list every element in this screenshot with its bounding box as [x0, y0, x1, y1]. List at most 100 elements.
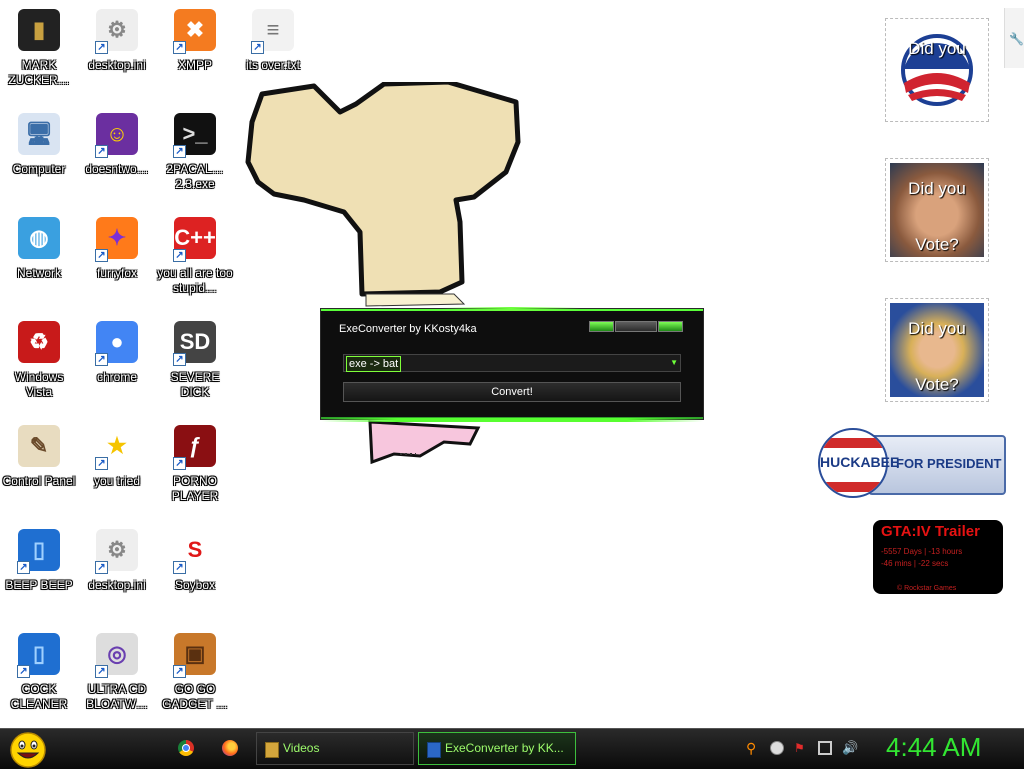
shortcut-arrow-icon: ↗ [95, 145, 108, 158]
desktop-icon-7[interactable]: >_ ↗ 2PACAL… 2.3.exe [156, 110, 234, 206]
console-icon: >_ ↗ [171, 110, 219, 158]
task-label: Videos [283, 741, 320, 755]
poster-answer: Vote? [915, 235, 959, 254]
desktop-icon-label: XMPP [177, 58, 212, 72]
status-icon[interactable] [770, 741, 784, 755]
desktop-icon-2[interactable]: ⚙ ↗ desktop.ini [78, 6, 156, 102]
maximize-button[interactable] [615, 321, 657, 332]
shortcut-arrow-icon: ↗ [95, 353, 108, 366]
quicklaunch-chrome-icon[interactable] [178, 740, 194, 756]
cd-icon: ◎ ↗ [93, 630, 141, 678]
desktop-icon-label: you tried [93, 474, 141, 488]
desktop-icon-19[interactable]: S ↗ Soybox [156, 526, 234, 622]
desktop-icon-22[interactable]: ▣ ↗ GO GO GADGET … [156, 630, 234, 726]
shortcut-arrow-icon: ↗ [17, 665, 30, 678]
xampp-icon: ✖ ↗ [171, 6, 219, 54]
chevron-down-icon[interactable]: ▼ [670, 357, 678, 369]
desktop-icon-5[interactable]: 🖥 Computer [0, 110, 78, 206]
clinton-poster: Did you Vote? [885, 298, 989, 402]
desktop-icon-label: desktop.ini [88, 578, 146, 592]
obama-poster: Did you [885, 18, 989, 122]
desktop-icon-10[interactable]: C++ ↗ you all are too stupid… [156, 214, 234, 310]
shortcut-arrow-icon: ↗ [173, 41, 186, 54]
yahoo-messenger-icon: ☺ ↗ [93, 110, 141, 158]
desktop-icon-3[interactable]: ✖ ↗ XMPP [156, 6, 234, 102]
desktop-icon-14[interactable]: ✎ Control Panel [0, 422, 78, 518]
gta-title: GTA:IV Trailer [881, 523, 980, 540]
desktop-icon-12[interactable]: ● ↗ chrome [78, 318, 156, 414]
desktop-icon-8[interactable]: ◍ Network [0, 214, 78, 310]
execonverter-window[interactable]: ExeConverter by KKosty4ka exe -> bat ▼ C… [320, 307, 704, 422]
shortcut-arrow-icon: ↗ [95, 561, 108, 574]
desktop-icon-label: GO GO GADGET … [162, 682, 228, 711]
desktop-icon-20[interactable]: ▯ ↗ COCK CLEANER [0, 630, 78, 726]
taskbar-clock[interactable]: 4:44 AM [886, 732, 981, 763]
shortcut-arrow-icon: ↗ [173, 249, 186, 262]
volume-icon[interactable]: 🔊 [842, 741, 858, 755]
wrench-icon[interactable]: 🔧 [1009, 32, 1024, 46]
convert-button[interactable]: Convert! [343, 382, 681, 402]
shortcut-arrow-icon: ↗ [251, 41, 264, 54]
desktop-icon-label: Windows Vista [14, 370, 64, 399]
desktop-icon-16[interactable]: ƒ ↗ PORNO PLAYER [156, 422, 234, 518]
smiley-start-icon [10, 732, 46, 768]
desktop-icon-label: desktop.ini [88, 58, 146, 72]
desktop-icon-9[interactable]: ✦ ↗ furryfox [78, 214, 156, 310]
desktop-icon-label: Network [16, 266, 61, 280]
huckabee-banner: HUCKABEE FOR PRESIDENT [818, 428, 1006, 498]
start-button[interactable] [8, 730, 48, 768]
sidebar-grip[interactable]: 🔧 [1004, 8, 1024, 68]
shortcut-arrow-icon: ↗ [173, 145, 186, 158]
shortcut-arrow-icon: ↗ [173, 353, 186, 366]
minimize-button[interactable] [589, 321, 614, 332]
conversion-select-value: exe -> bat [346, 356, 402, 372]
star-icon: ★ ↗ [93, 422, 141, 470]
huckabee-name: HUCKABEE [820, 454, 900, 470]
gta-countdown-days: -5557 Days | -13 hours [881, 547, 963, 556]
task-label: ExeConverter by KK... [445, 741, 564, 755]
desktop-icon-17[interactable]: ▯ ↗ BEEP BEEP [0, 526, 78, 622]
desktop-icon-11[interactable]: ♻ Windows Vista [0, 318, 78, 414]
taskbar-task-execonverter[interactable]: ExeConverter by KK... [418, 732, 576, 765]
shortcut-arrow-icon: ↗ [95, 249, 108, 262]
flag-icon[interactable]: ⚑ [794, 741, 808, 755]
control-panel-icon: ✎ [15, 422, 63, 470]
computer-icon: 🖥 [15, 110, 63, 158]
desktop-icon-label: you all are too stupid… [157, 266, 233, 295]
desktop-icon-1[interactable]: ▮ MARK ZUCKER… [0, 6, 78, 102]
desktop-icon-6[interactable]: ☺ ↗ doesntwo… [78, 110, 156, 206]
desktop-icon-label: MARK ZUCKER… [8, 58, 70, 87]
desktop-icon-label: 2PACAL… 2.3.exe [166, 162, 224, 191]
poster-question: Did you [908, 39, 966, 58]
shortcut-arrow-icon: ↗ [95, 41, 108, 54]
desktop-icon-18[interactable]: ⚙ ↗ desktop.ini [78, 526, 156, 622]
quicklaunch-firefox-icon[interactable] [222, 740, 238, 756]
desktop-icon-label: COCK CLEANER [10, 682, 68, 711]
network-globe-icon: ◍ [15, 214, 63, 262]
desktop-icon-label: Control Panel [2, 474, 76, 488]
desktop-icon-21[interactable]: ◎ ↗ ULTRA CD BLOATW… [78, 630, 156, 726]
folder-icon [265, 742, 279, 758]
shortcut-arrow-icon: ↗ [95, 665, 108, 678]
close-button[interactable] [658, 321, 683, 332]
gta-countdown-gadget: GTA:IV Trailer -5557 Days | -13 hours -4… [873, 520, 1003, 594]
window-controls [588, 321, 683, 332]
desktop-icon-label: PORNO PLAYER [171, 474, 219, 503]
conversion-select[interactable]: exe -> bat ▼ [343, 354, 681, 372]
poster-answer: Vote? [915, 375, 959, 394]
firefox-icon: ✦ ↗ [93, 214, 141, 262]
search-icon[interactable]: ⚲ [746, 741, 760, 755]
desktop-icon-4[interactable]: ≡ ↗ its over.txt [234, 6, 312, 102]
window-title: ExeConverter by KKosty4ka [339, 323, 477, 335]
taskbar-task-videos[interactable]: Videos [256, 732, 414, 765]
desktop-icon-15[interactable]: ★ ↗ you tried [78, 422, 156, 518]
window-glow-bottom [321, 418, 703, 422]
network-icon[interactable] [818, 741, 832, 755]
desktop-icon-13[interactable]: SD ↗ SEVERE DICK [156, 318, 234, 414]
desktop-icon-label: BEEP BEEP [5, 578, 73, 592]
gta-countdown-mins: -46 mins | -22 secs [881, 559, 949, 568]
settings-file-icon: ⚙ ↗ [93, 6, 141, 54]
window-glow-top [441, 307, 581, 311]
blue-book-icon: ▯ ↗ [15, 630, 63, 678]
desktop-icon-label: chrome [96, 370, 137, 384]
